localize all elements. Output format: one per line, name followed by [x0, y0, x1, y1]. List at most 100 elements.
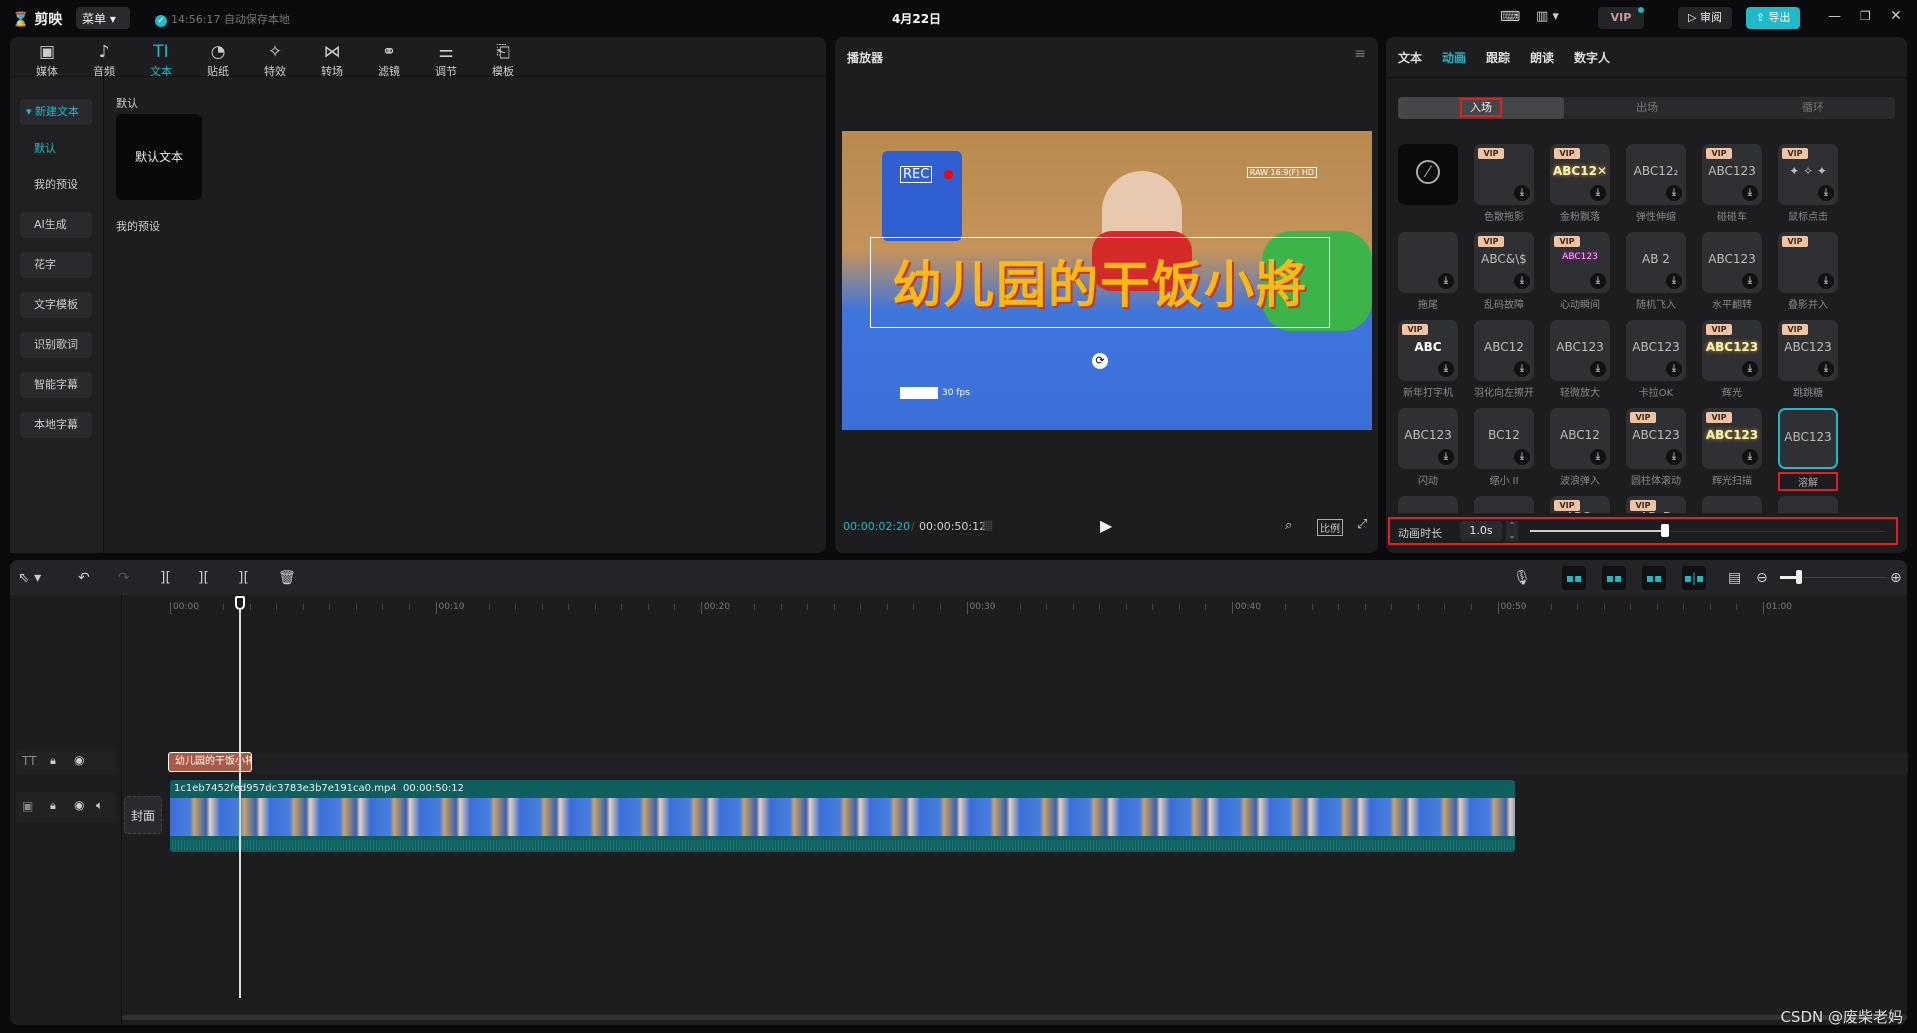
tool-filter[interactable]: ⚭ 滤镜	[364, 41, 414, 79]
video-preview[interactable]: REC RAW 16:9(F) HD 30 fps 幼儿园的干饭小將 ⟳	[842, 131, 1372, 430]
subtab-2[interactable]: 循环	[1730, 97, 1896, 119]
effect-card[interactable]: ABC12 ⤓	[1474, 320, 1534, 381]
tab-3[interactable]: 朗读	[1530, 49, 1554, 66]
download-icon[interactable]: ⤓	[1666, 449, 1682, 465]
close-icon[interactable]: ✕	[1890, 8, 1902, 24]
play-button[interactable]: ▶	[1100, 516, 1112, 535]
effect-card[interactable]	[1474, 496, 1534, 513]
download-icon[interactable]: ⤓	[1742, 449, 1758, 465]
subtab-0[interactable]: 入场	[1398, 97, 1564, 119]
cover-button[interactable]: 封面	[124, 796, 162, 834]
auto-snap-icon[interactable]: ▪▪	[1602, 566, 1626, 590]
sidebar-item[interactable]: ▾ 新建文本	[20, 99, 92, 125]
horizontal-scrollbar[interactable]	[122, 1015, 1907, 1020]
playhead-handle[interactable]	[235, 596, 245, 610]
sidebar-item[interactable]: 花字	[20, 252, 92, 278]
tool-adjust[interactable]: ⚌ 调节	[421, 41, 471, 79]
tool-template[interactable]: ⎗ 模板	[478, 41, 528, 79]
preview-quality-icon[interactable]: ▤	[1728, 570, 1741, 586]
effect-card[interactable]: VIP ABC123 ⤓	[1702, 320, 1762, 381]
download-icon[interactable]: ⤓	[1514, 273, 1530, 289]
download-icon[interactable]: ⤓	[1438, 361, 1454, 377]
download-icon[interactable]: ⤓	[1590, 185, 1606, 201]
download-icon[interactable]: ⤓	[1514, 361, 1530, 377]
effect-card[interactable]: ABC123 ⤓	[1398, 408, 1458, 469]
download-icon[interactable]: ⤓	[1818, 361, 1834, 377]
microphone-icon[interactable]: 🎙	[1513, 570, 1531, 586]
download-icon[interactable]: ⤓	[1742, 185, 1758, 201]
subtab-1[interactable]: 出场	[1564, 97, 1730, 119]
main-track-magnet-icon[interactable]: ▪▪	[1562, 566, 1586, 590]
effect-card[interactable]: ⤓	[1398, 232, 1458, 293]
effect-card[interactable]: VIP ABC123 ⤓	[1778, 320, 1838, 381]
export-button[interactable]: ⇪ 导出	[1746, 7, 1800, 29]
ratio-button[interactable]: 比例	[1317, 519, 1343, 536]
select-tool-icon[interactable]: ⇖ ▾	[18, 570, 41, 586]
effect-card[interactable]: VIP ABC&\$ ⤓	[1474, 232, 1534, 293]
minimize-icon[interactable]: —	[1828, 9, 1841, 24]
tool-media[interactable]: ▣ 媒体	[22, 41, 72, 79]
rotate-handle-icon[interactable]: ⟳	[1092, 353, 1108, 369]
fullscreen-icon[interactable]: ⤢	[1357, 517, 1367, 532]
volume-icon[interactable]: 🔈︎	[96, 798, 103, 813]
effect-card[interactable]	[1702, 496, 1762, 513]
tab-1[interactable]: 动画	[1442, 49, 1466, 66]
trim-right-icon[interactable]: ][	[238, 570, 249, 586]
effect-card[interactable]: ABC123	[1778, 408, 1838, 469]
preview-axis-icon[interactable]: ▪|▪	[1682, 566, 1706, 590]
effect-card[interactable]: VIP ABC123 ⤓	[1626, 408, 1686, 469]
download-icon[interactable]: ⤓	[1590, 273, 1606, 289]
zoom-out-icon[interactable]: ⊖	[1756, 570, 1768, 586]
no-animation-card[interactable]: ⁄	[1398, 144, 1458, 205]
sidebar-item[interactable]: 默认	[20, 136, 92, 162]
effect-card[interactable]: ABC123 ⤓	[1550, 320, 1610, 381]
duration-slider-handle[interactable]	[1660, 524, 1669, 537]
effect-card[interactable]: VIP ✦ ✧ ✦ ⤓	[1778, 144, 1838, 205]
trim-left-icon[interactable]: ][	[198, 570, 209, 586]
duration-input[interactable]: 1.0s	[1460, 521, 1502, 541]
tool-effects[interactable]: ✧ 特效	[250, 41, 300, 79]
download-icon[interactable]: ⤓	[1666, 361, 1682, 377]
video-clip[interactable]: 1c1eb7452fed957dc3783e3b7e191ca0.mp4 00:…	[170, 780, 1515, 852]
effect-card[interactable]: ABC123 ⤓	[1702, 232, 1762, 293]
overlay-title-text[interactable]: 幼儿园的干饭小將	[870, 245, 1330, 317]
sidebar-item[interactable]: AI生成	[20, 212, 92, 238]
download-icon[interactable]: ⤓	[1818, 273, 1834, 289]
undo-icon[interactable]: ↶	[78, 570, 90, 586]
effect-card[interactable]: ABC123 ⤓	[1626, 320, 1686, 381]
download-icon[interactable]: ⤓	[1514, 449, 1530, 465]
zoom-slider-handle[interactable]	[1796, 570, 1802, 584]
tool-transition[interactable]: ⋈ 转场	[307, 41, 357, 79]
effect-card[interactable]: VIP ABC123 ⤓	[1550, 232, 1610, 293]
zoom-in-icon[interactable]: ⊕	[1890, 570, 1902, 586]
maximize-icon[interactable]: ❐	[1860, 9, 1871, 23]
default-text-card[interactable]: 默认文本	[116, 114, 202, 200]
delete-icon[interactable]: 🗑	[278, 570, 296, 586]
download-icon[interactable]: ⤓	[1666, 273, 1682, 289]
sidebar-item[interactable]: 识别歌词	[20, 332, 92, 358]
effect-card[interactable]: VIP ABC123 ⤓	[1702, 408, 1762, 469]
download-icon[interactable]: ⤓	[1818, 185, 1834, 201]
download-icon[interactable]: ⤓	[1742, 273, 1758, 289]
download-icon[interactable]: ⤓	[1590, 449, 1606, 465]
zoom-fit-icon[interactable]: ⌕	[1285, 518, 1292, 533]
playhead[interactable]	[239, 598, 241, 998]
effect-card[interactable]: VIPABcD	[1626, 496, 1686, 513]
tool-sticker[interactable]: ◔ 贴纸	[193, 41, 243, 79]
effect-card[interactable]: VIPABC.	[1550, 496, 1610, 513]
download-icon[interactable]: ⤓	[1742, 361, 1758, 377]
split-icon[interactable]: ][	[160, 570, 171, 586]
tab-4[interactable]: 数字人	[1574, 49, 1610, 66]
effect-card[interactable]: VIP ⤓	[1778, 232, 1838, 293]
effect-card[interactable]: ABC12₂ ⤓	[1626, 144, 1686, 205]
eye-icon[interactable]: ◉	[74, 798, 84, 812]
eye-icon[interactable]: ◉	[74, 753, 84, 767]
effect-card[interactable]: AB 2 ⤓	[1626, 232, 1686, 293]
shortcut-icon[interactable]: ⌨	[1500, 9, 1520, 25]
player-menu-icon[interactable]: ≡	[1354, 46, 1366, 62]
effect-card[interactable]: VIP ABC123 ⤓	[1702, 144, 1762, 205]
tab-2[interactable]: 跟踪	[1486, 49, 1510, 66]
tab-0[interactable]: 文本	[1398, 49, 1422, 66]
effect-card[interactable]: BC12 ⤓	[1474, 408, 1534, 469]
lock-icon[interactable]: 🔒︎	[50, 799, 56, 813]
